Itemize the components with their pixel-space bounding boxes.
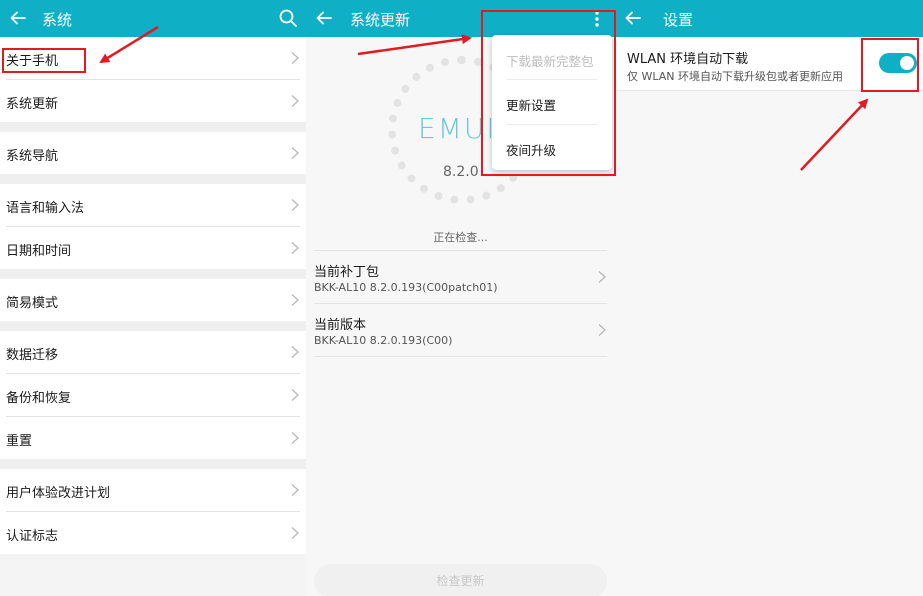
arrow-to-toggle	[800, 98, 869, 171]
arrow-to-menu	[357, 34, 472, 56]
annotation-arrows	[99, 25, 869, 171]
arrow-to-about-phone	[99, 25, 159, 64]
